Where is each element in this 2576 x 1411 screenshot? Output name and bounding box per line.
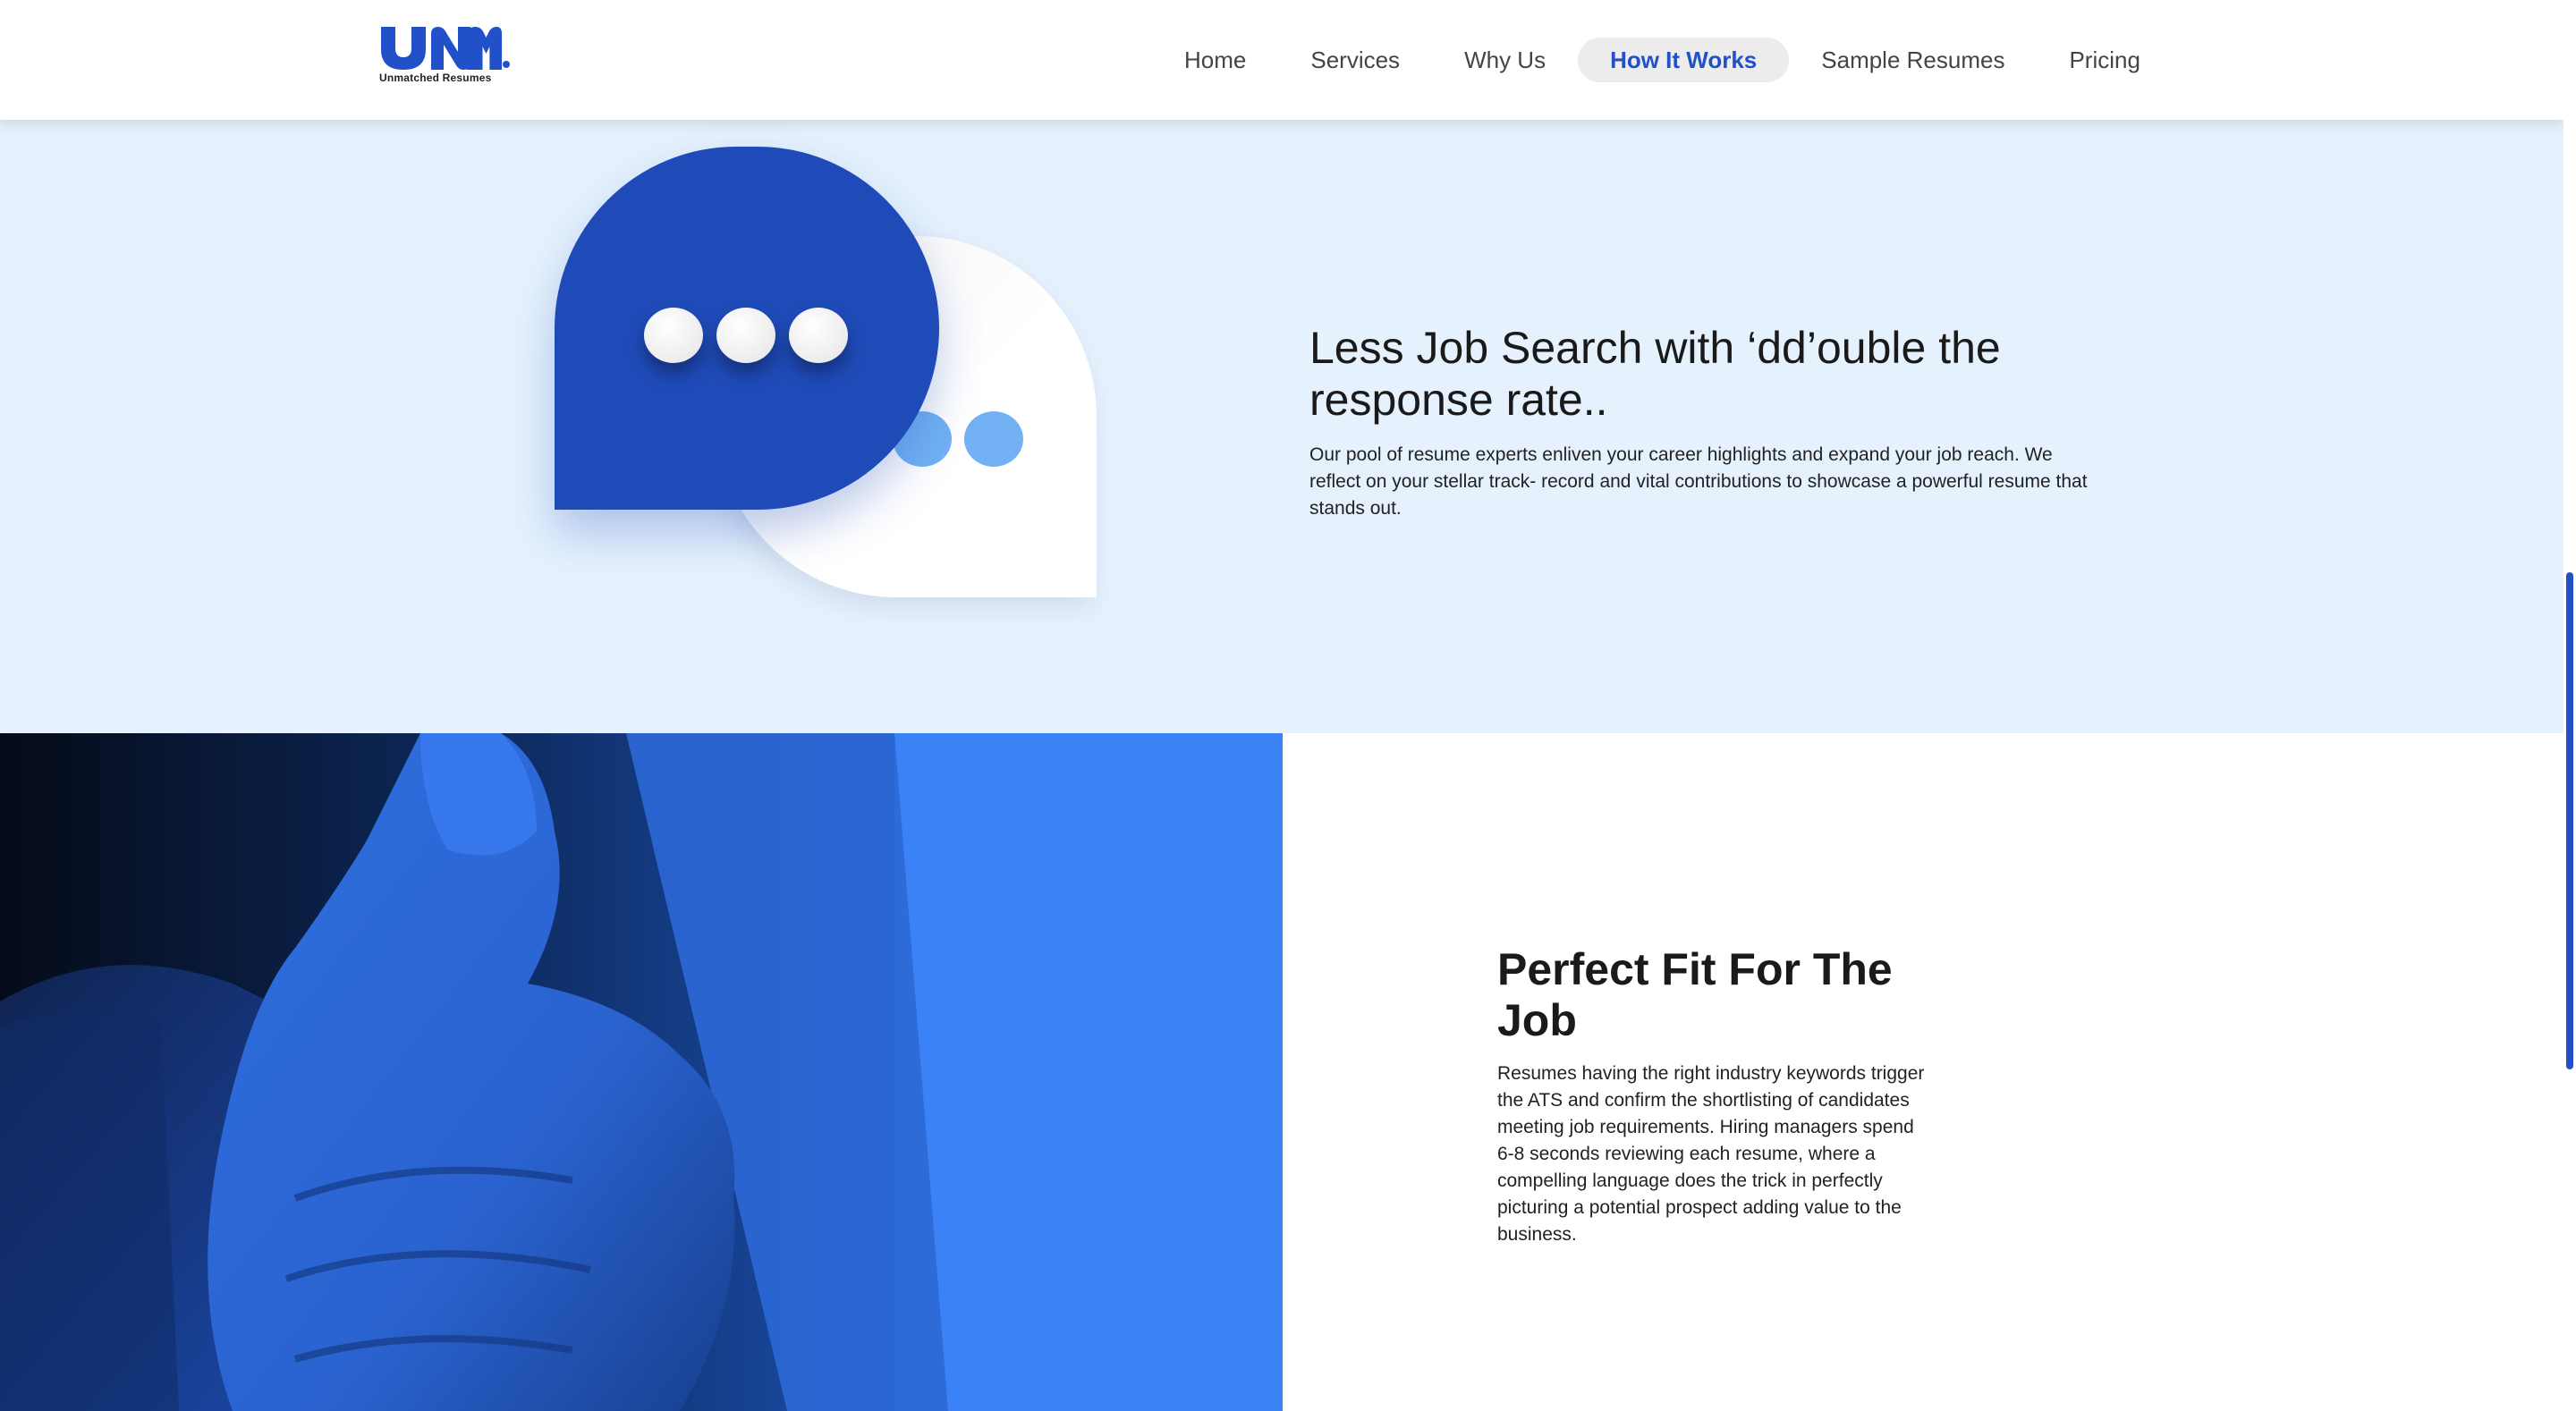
page: Unmatched Resumes Home Services Why Us H… xyxy=(0,0,2576,1411)
logo-caption: Unmatched Resumes xyxy=(379,72,492,84)
nav-why-us[interactable]: Why Us xyxy=(1432,38,1578,82)
section-body: Resumes having the right industry keywor… xyxy=(1497,1063,1925,1245)
section-title: Less Job Search with ‘dd’ouble the respo… xyxy=(1309,323,2001,425)
typing-dot-white-2 xyxy=(716,308,775,363)
nav-services[interactable]: Services xyxy=(1278,38,1432,82)
typing-dot-blue-2 xyxy=(964,411,1023,467)
nav-how-it-works[interactable]: How It Works xyxy=(1578,38,1790,82)
thumbs-up-icon xyxy=(0,733,1283,1411)
chat-bubbles-icon xyxy=(537,147,1127,701)
nav-home[interactable]: Home xyxy=(1152,38,1278,82)
perfect-fit-section: Perfect Fit For The Job Resumes having t… xyxy=(0,733,2563,1411)
section-title: Perfect Fit For The Job xyxy=(1497,944,1893,1045)
scrollbar-thumb[interactable] xyxy=(2566,572,2573,1069)
page-scrollbar[interactable] xyxy=(2563,0,2576,1411)
typing-dot-white-3 xyxy=(789,308,848,363)
response-rate-section: Less Job Search with ‘dd’ouble the respo… xyxy=(0,120,2563,733)
brand-logo[interactable]: Unmatched Resumes xyxy=(379,25,510,89)
unm-logo-icon xyxy=(381,27,510,70)
nav-sample-resumes[interactable]: Sample Resumes xyxy=(1789,38,2037,82)
thumbs-up-photo xyxy=(0,733,1283,1411)
site-header: Unmatched Resumes Home Services Why Us H… xyxy=(0,0,2563,120)
perfect-fit-text: Perfect Fit For The Job Resumes having t… xyxy=(1497,944,1936,1248)
typing-dot-white-1 xyxy=(644,308,703,363)
section-body: Our pool of resume experts enliven your … xyxy=(1309,444,2088,519)
nav-pricing[interactable]: Pricing xyxy=(2037,38,2172,82)
main-nav: Home Services Why Us How It Works Sample… xyxy=(1152,38,2173,82)
response-rate-text: Less Job Search with ‘dd’ouble the respo… xyxy=(1309,322,2097,522)
